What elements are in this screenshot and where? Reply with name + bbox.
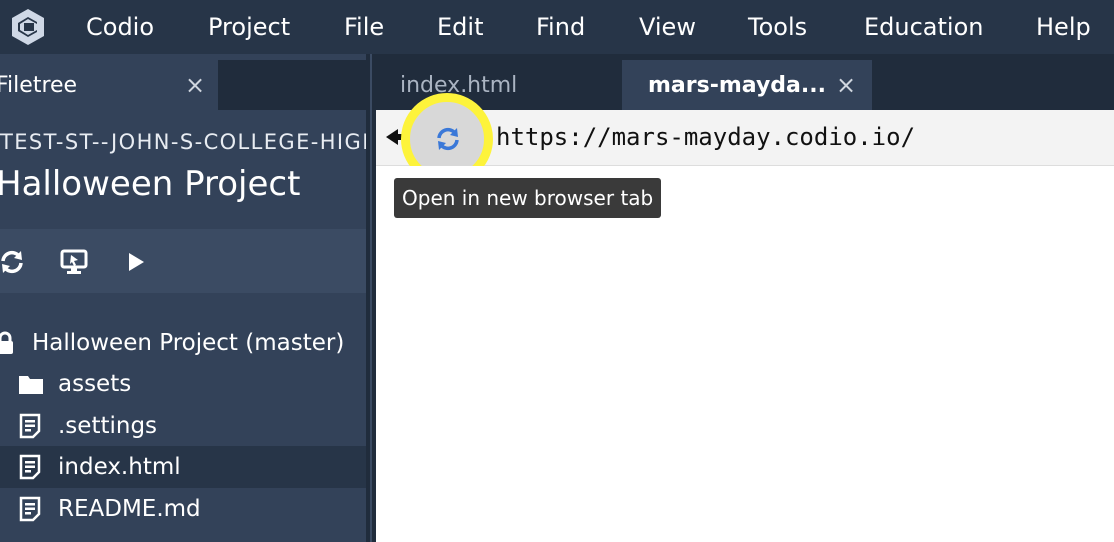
tree-item-index-html[interactable]: index.html [0, 446, 366, 488]
tree-item-settings[interactable]: .settings [0, 405, 366, 447]
file-icon [19, 496, 41, 522]
browser-preview-pane[interactable] [376, 166, 1114, 542]
tree-item-label: .settings [58, 413, 158, 439]
tab-filetree[interactable]: Filetree × [0, 60, 218, 110]
codio-logo-icon[interactable] [0, 0, 56, 54]
file-icon [19, 454, 41, 480]
tree-item-label: README.md [58, 496, 201, 522]
folder-icon [18, 372, 44, 396]
menu-bar: Codio Project File Edit Find View Tools … [0, 0, 1114, 54]
tree-item-readme[interactable]: README.md [0, 488, 366, 530]
menu-help[interactable]: Help [1036, 0, 1091, 54]
refresh-icon [437, 127, 459, 151]
tree-item-label: assets [58, 371, 132, 397]
menu-codio[interactable]: Codio [86, 0, 154, 54]
tree-item-label: index.html [58, 454, 181, 480]
tab-mars-mayday-label: mars-mayda... [648, 72, 826, 98]
filetree-toolbar [0, 229, 366, 293]
open-in-new-tab-button[interactable] [430, 122, 466, 156]
close-icon[interactable]: × [834, 72, 858, 98]
menu-tools[interactable]: Tools [748, 0, 807, 54]
tooltip: Open in new browser tab [394, 178, 662, 218]
refresh-icon[interactable] [0, 249, 26, 275]
project-title: Halloween Project [0, 164, 301, 204]
preview-icon[interactable] [60, 249, 88, 275]
menu-view[interactable]: View [639, 0, 696, 54]
tab-filetree-label: Filetree [0, 72, 78, 98]
lock-icon [0, 331, 14, 355]
menu-find[interactable]: Find [536, 0, 585, 54]
menu-project[interactable]: Project [208, 0, 290, 54]
tab-mars-mayday[interactable]: mars-mayda... × [622, 60, 872, 110]
filetree-sidebar: Filetree × TEST-ST--JOHN-S-COLLEGE-HIGH … [0, 54, 366, 542]
close-icon[interactable]: × [183, 72, 207, 98]
box-name: TEST-ST--JOHN-S-COLLEGE-HIGH [0, 130, 366, 154]
tree-item-label: Halloween Project (master) [32, 330, 345, 356]
menu-education[interactable]: Education [864, 0, 983, 54]
menu-file[interactable]: File [344, 0, 384, 54]
menu-edit[interactable]: Edit [437, 0, 483, 54]
editor-tab-bar: index.html mars-mayda... × [376, 54, 1114, 110]
tree-item-assets[interactable]: assets [0, 363, 366, 405]
run-icon[interactable] [122, 249, 150, 275]
url-display[interactable]: https://mars-mayday.codio.io/ [496, 123, 915, 151]
file-icon [19, 413, 41, 439]
sidebar-tab-bar: Filetree × [0, 60, 366, 110]
tree-item-root[interactable]: Halloween Project (master) [0, 322, 366, 364]
panel-splitter-line [370, 54, 372, 542]
tab-index-html[interactable]: index.html [376, 60, 622, 110]
